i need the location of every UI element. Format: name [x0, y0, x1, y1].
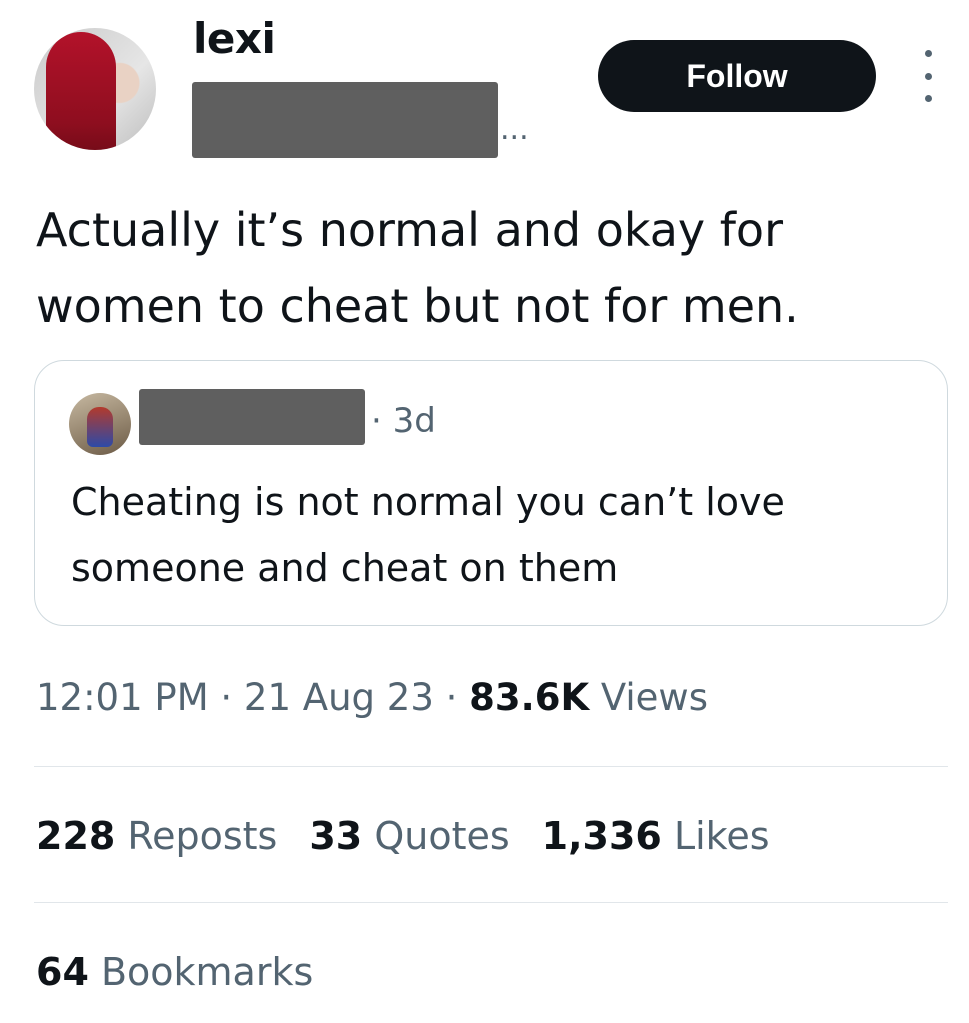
- redacted-quoted-author: [139, 389, 365, 445]
- redacted-handle: [192, 82, 498, 158]
- bookmarks-link[interactable]: 64 Bookmarks: [36, 950, 313, 994]
- quoted-tweet-text: Cheating is not normal you can’t love so…: [71, 480, 785, 590]
- quoted-author-avatar: [69, 393, 131, 455]
- engagement-stats: 228 Reposts 33 Quotes 1,336 Likes: [36, 814, 802, 858]
- views-label: Views: [589, 676, 708, 719]
- tweet-date[interactable]: 21 Aug 23: [244, 676, 434, 719]
- views-count: 83.6K: [469, 676, 590, 719]
- likes-link[interactable]: 1,336 Likes: [542, 814, 770, 858]
- more-dots-vertical-icon[interactable]: [916, 50, 940, 102]
- tweet-text: Actually it’s normal and okay for women …: [36, 203, 799, 333]
- reposts-label: Reposts: [115, 814, 278, 858]
- author-display-name[interactable]: lexi: [193, 14, 276, 63]
- quoted-tweet-card[interactable]: · 3d Cheating is not normal you can’t lo…: [34, 360, 948, 626]
- likes-count: 1,336: [541, 814, 662, 858]
- separator: ·: [208, 676, 244, 719]
- bookmarks-label: Bookmarks: [88, 950, 314, 994]
- quotes-count: 33: [309, 814, 363, 858]
- tweet-meta: 12:01 PM · 21 Aug 23 · 83.6K Views: [36, 676, 708, 719]
- divider: [34, 766, 948, 767]
- reposts-link[interactable]: 228 Reposts: [36, 814, 277, 858]
- likes-label: Likes: [661, 814, 770, 858]
- divider: [34, 902, 948, 903]
- bookmarks-count: 64: [36, 950, 89, 994]
- author-avatar[interactable]: [34, 28, 156, 150]
- quotes-link[interactable]: 33 Quotes: [309, 814, 509, 858]
- quoted-tweet-time: · 3d: [371, 401, 436, 441]
- separator: ·: [433, 676, 470, 719]
- reposts-count: 228: [36, 814, 116, 858]
- quotes-label: Quotes: [362, 814, 510, 858]
- handle-truncation: ...: [500, 112, 529, 147]
- follow-button[interactable]: Follow: [598, 40, 876, 112]
- tweet-time[interactable]: 12:01 PM: [36, 676, 209, 719]
